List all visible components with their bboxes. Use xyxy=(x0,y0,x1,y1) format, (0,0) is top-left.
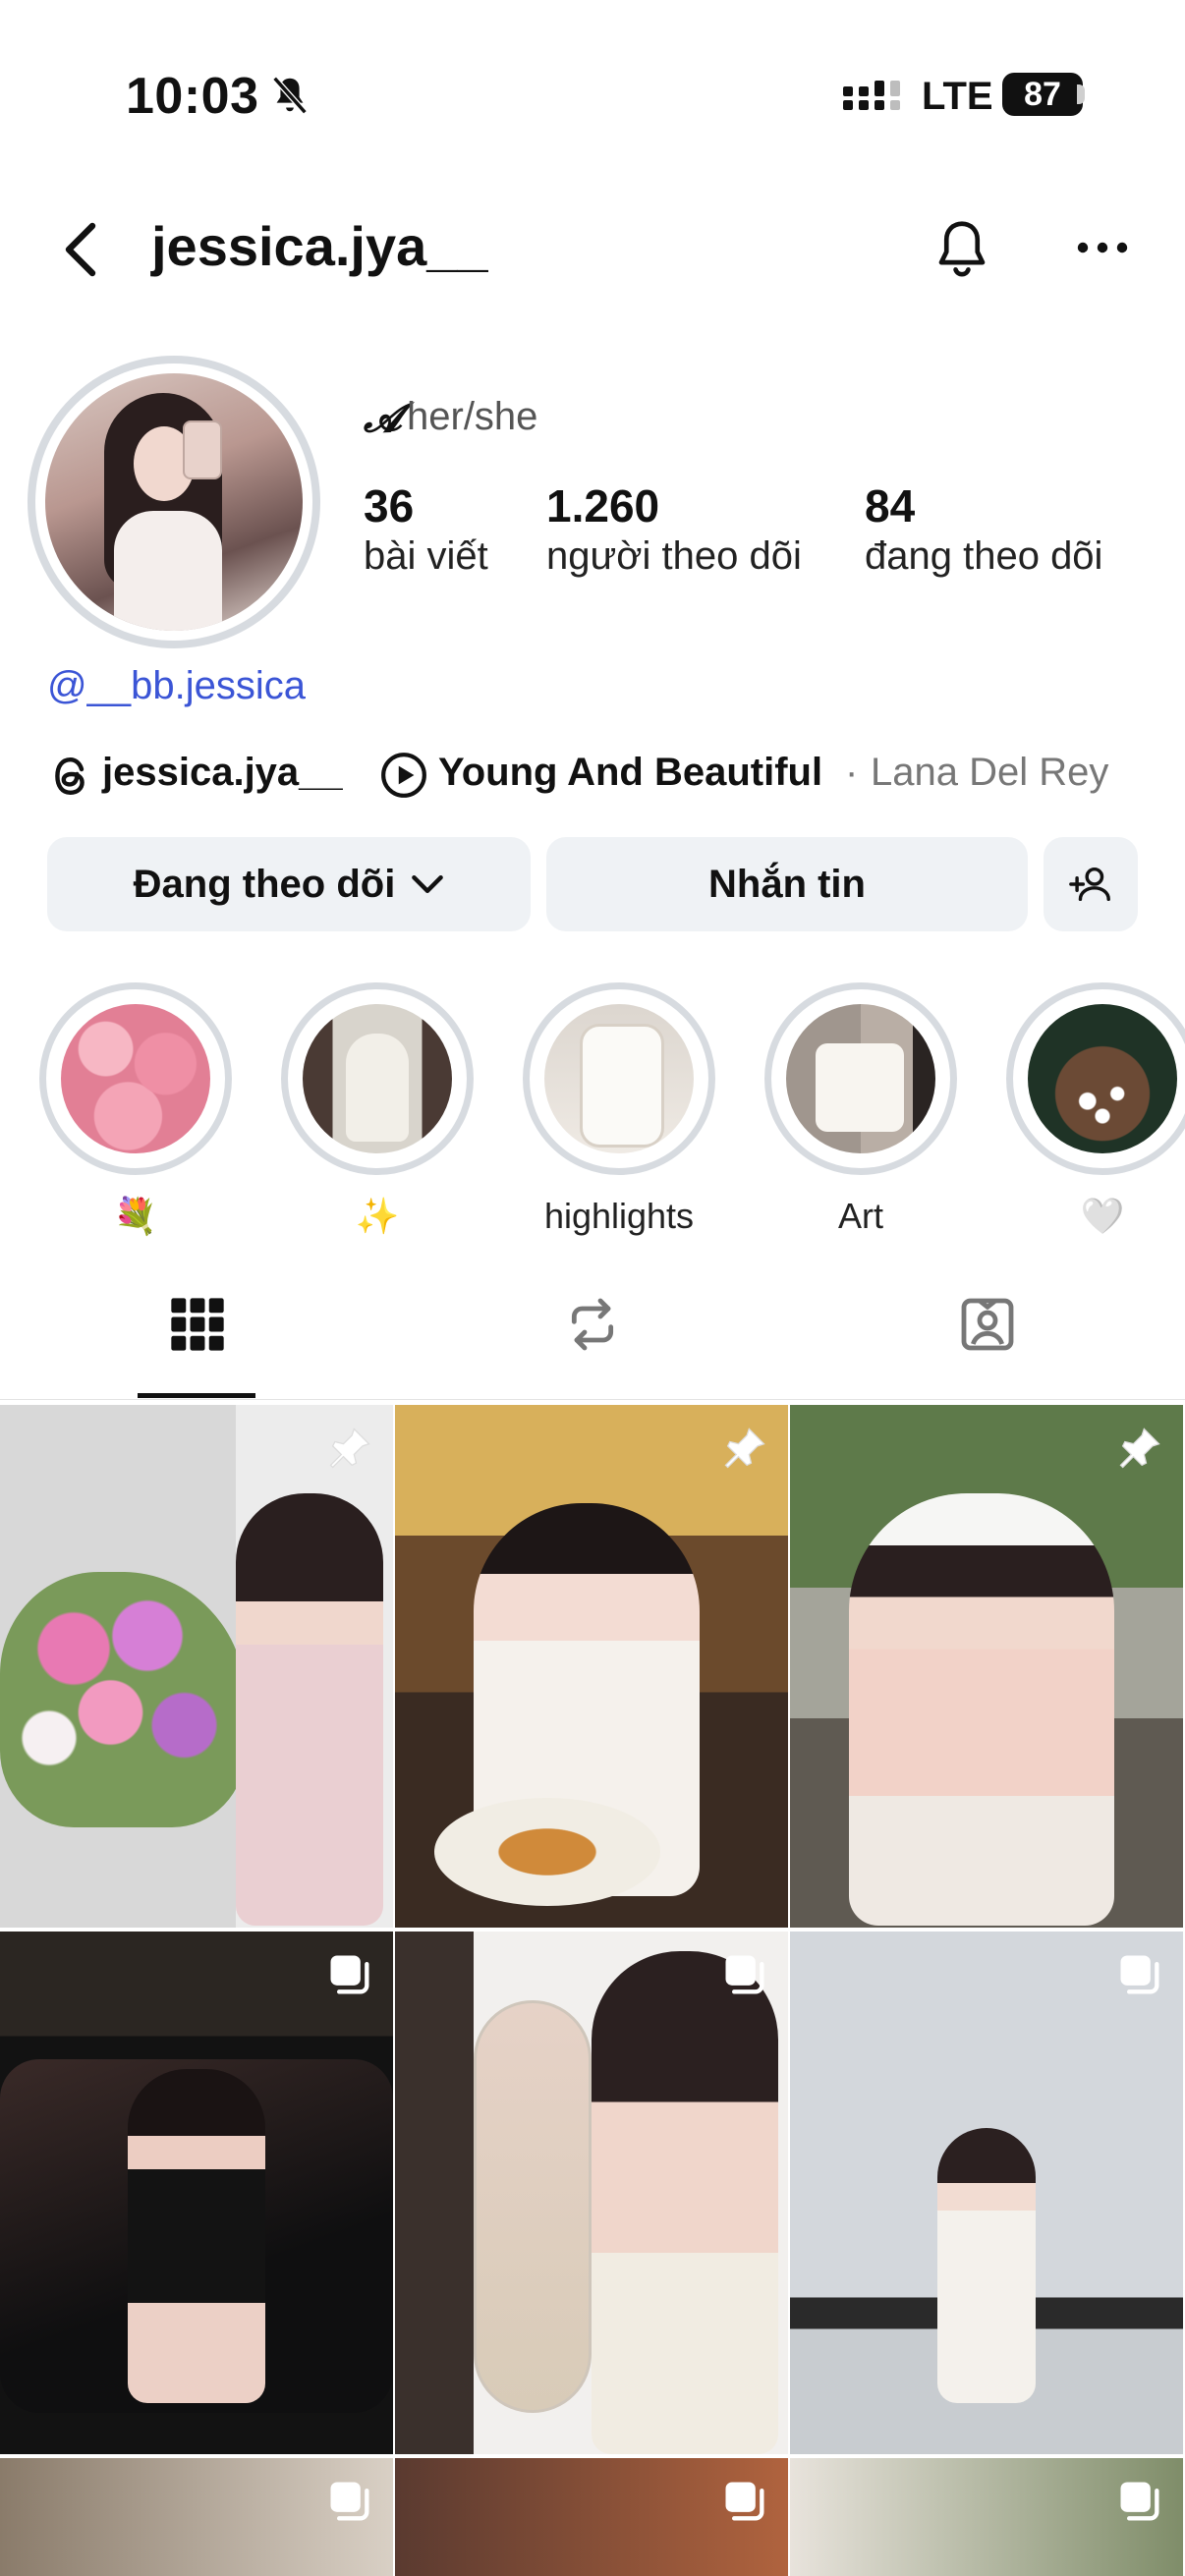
carousel-icon xyxy=(330,1955,369,1994)
tab-posts-grid[interactable] xyxy=(0,1293,395,1356)
pin-icon xyxy=(1119,1428,1160,1469)
threads-username[interactable]: jessica.jya__ xyxy=(102,751,343,795)
following-label[interactable]: đang theo dõi xyxy=(865,534,1102,579)
music-separator: · xyxy=(845,751,859,794)
more-options-icon[interactable] xyxy=(1071,222,1134,273)
post-thumbnail[interactable] xyxy=(790,1932,1183,2454)
bio-mention-link[interactable]: @__bb.jessica xyxy=(47,664,306,708)
post-thumbnail[interactable] xyxy=(395,1405,788,1928)
avatar-photo xyxy=(45,373,303,631)
battery-tip xyxy=(1077,84,1085,104)
posts-count[interactable]: 36 xyxy=(364,479,414,532)
followers-label[interactable]: người theo dõi xyxy=(546,534,802,579)
highlight-label: 🤍 xyxy=(1080,1196,1125,1236)
carousel-icon xyxy=(725,2482,764,2521)
highlight-label: 💐 xyxy=(113,1196,158,1236)
post-thumbnail[interactable] xyxy=(790,1405,1183,1928)
status-bar: 10:03 LTE 87 xyxy=(0,0,1185,187)
grid-icon xyxy=(171,1298,224,1351)
carousel-icon xyxy=(1120,2482,1159,2521)
carousel-icon xyxy=(725,1955,764,1994)
active-tab-indicator xyxy=(138,1393,255,1398)
message-button-label: Nhắn tin xyxy=(708,862,866,906)
status-time: 10:03 xyxy=(126,68,259,125)
bell-icon[interactable] xyxy=(928,214,996,285)
chevron-down-icon xyxy=(412,874,444,894)
posts-label[interactable]: bài viết xyxy=(364,534,488,579)
battery-indicator: 87 xyxy=(1002,73,1083,116)
music-title[interactable]: Young And Beautiful xyxy=(438,751,822,795)
tab-reposts[interactable] xyxy=(395,1293,790,1356)
message-button[interactable]: Nhắn tin xyxy=(546,837,1028,931)
post-thumbnail[interactable] xyxy=(395,2458,788,2576)
pronoun-icon: 𝓐 xyxy=(364,395,402,441)
post-thumbnail[interactable] xyxy=(790,2458,1183,2576)
highlight-cover xyxy=(786,1004,935,1153)
highlight-item[interactable]: ✨ xyxy=(281,982,474,1240)
following-count[interactable]: 84 xyxy=(865,479,915,532)
profile-avatar[interactable] xyxy=(28,356,320,648)
highlight-label: highlights xyxy=(543,1196,695,1236)
highlight-cover xyxy=(61,1004,210,1153)
pronouns: her/she xyxy=(407,395,538,438)
carousel-icon xyxy=(330,2482,369,2521)
pin-icon xyxy=(724,1428,765,1469)
highlight-cover xyxy=(303,1004,452,1153)
tab-divider xyxy=(0,1399,1185,1400)
highlight-label: ✨ xyxy=(355,1196,400,1236)
post-thumbnail[interactable] xyxy=(0,1405,393,1928)
network-type: LTE xyxy=(922,75,993,118)
post-thumbnail[interactable] xyxy=(0,2458,393,2576)
highlight-item[interactable]: 💐 xyxy=(39,982,232,1240)
threads-icon[interactable] xyxy=(47,751,94,802)
highlight-item[interactable]: Art xyxy=(764,982,957,1240)
play-icon[interactable] xyxy=(379,751,428,800)
post-thumbnail[interactable] xyxy=(395,1932,788,2454)
highlight-label: Art xyxy=(837,1196,883,1236)
tab-tagged[interactable] xyxy=(790,1293,1185,1356)
add-user-button[interactable] xyxy=(1044,837,1138,931)
following-button[interactable]: Đang theo dõi xyxy=(47,837,531,931)
music-artist[interactable]: Lana Del Rey xyxy=(871,751,1108,795)
highlight-item[interactable]: highlights xyxy=(523,982,715,1240)
carousel-icon xyxy=(1120,1955,1159,1994)
followers-count[interactable]: 1.260 xyxy=(546,479,659,532)
following-button-label: Đang theo dõi xyxy=(133,862,396,906)
back-arrow-icon[interactable] xyxy=(57,218,104,281)
highlight-cover xyxy=(1028,1004,1177,1153)
signal-icon xyxy=(843,81,900,110)
highlight-item[interactable]: 🤍 xyxy=(1006,982,1185,1240)
post-thumbnail[interactable] xyxy=(0,1932,393,2454)
add-user-icon xyxy=(1069,867,1110,902)
profile-username: jessica.jya__ xyxy=(151,215,488,277)
pin-icon xyxy=(329,1428,370,1469)
highlight-cover xyxy=(544,1004,694,1153)
tagged-person-icon xyxy=(961,1298,1014,1351)
bell-off-icon xyxy=(272,76,308,115)
repost-icon xyxy=(571,1298,614,1351)
